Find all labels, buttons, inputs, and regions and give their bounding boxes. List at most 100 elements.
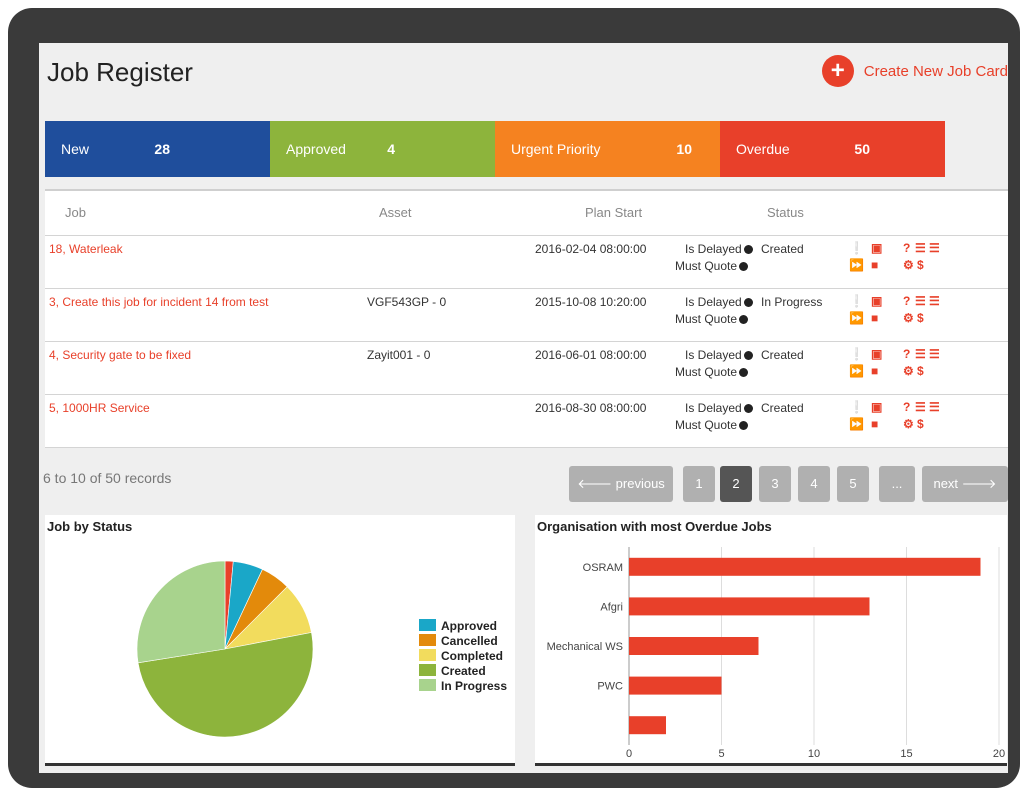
page-button[interactable]: 5 — [837, 466, 869, 502]
page-button-active[interactable]: 2 — [720, 466, 752, 502]
pie-chart: ApprovedCancelledCompletedCreatedIn Prog… — [136, 560, 507, 738]
legend-label: Created — [441, 664, 486, 678]
tile-overdue[interactable]: Overdue 50 — [720, 121, 945, 177]
list-icon[interactable]: ☰ — [929, 400, 940, 414]
bar[interactable] — [629, 637, 759, 655]
delayed-flag: Is Delayed — [685, 295, 753, 309]
minus-icon — [739, 421, 749, 430]
y-tick-label: Afgri — [600, 601, 623, 613]
tile-new[interactable]: New 28 — [45, 121, 270, 177]
list-icon[interactable]: ☰ — [915, 400, 926, 414]
asset-cell: VGF543GP - 0 — [367, 295, 447, 309]
stop-icon[interactable]: ■ — [871, 417, 878, 431]
dollar-icon[interactable]: $ — [917, 417, 924, 431]
plus-icon: + — [821, 55, 854, 87]
col-status[interactable]: Status — [767, 205, 804, 220]
help-icon[interactable]: ? — [903, 347, 910, 361]
legend-swatch — [419, 634, 436, 646]
bar[interactable] — [629, 716, 666, 735]
minus-icon — [739, 262, 749, 271]
quote-flag: Must Quote — [675, 259, 749, 273]
legend-label: In Progress — [441, 679, 507, 693]
bar[interactable] — [629, 597, 870, 616]
gears-icon[interactable]: ⚙ — [903, 364, 914, 378]
help-icon[interactable]: ? — [903, 241, 910, 255]
list-icon[interactable]: ☰ — [929, 241, 940, 255]
list-icon[interactable]: ☰ — [929, 347, 940, 361]
info-icon[interactable]: ❕ — [849, 347, 864, 361]
legend-swatch — [419, 649, 436, 661]
page-button[interactable]: 1 — [683, 466, 715, 502]
pie-slice-in-progress[interactable] — [136, 560, 226, 664]
next-button[interactable]: next 🡒 — [922, 466, 1008, 502]
col-asset[interactable]: Asset — [379, 205, 412, 220]
gears-icon[interactable]: ⚙ — [903, 258, 914, 272]
minus-icon — [743, 298, 753, 307]
tile-count: 10 — [676, 141, 692, 157]
skip-icon[interactable]: ⏩ — [849, 258, 864, 272]
app-screen: Job Register + Create New Job Card New 2… — [39, 43, 1008, 773]
job-link[interactable]: 5, 1000HR Service — [49, 401, 150, 415]
info-icon[interactable]: ❕ — [849, 294, 864, 308]
list-icon[interactable]: ☰ — [915, 347, 926, 361]
page-button[interactable]: 4 — [798, 466, 830, 502]
x-tick-label: 10 — [808, 748, 820, 760]
col-plan-start[interactable]: Plan Start — [585, 205, 642, 220]
gears-icon[interactable]: ⚙ — [903, 417, 914, 431]
help-icon[interactable]: ? — [903, 294, 910, 308]
col-job[interactable]: Job — [65, 205, 86, 220]
legend-label: Cancelled — [441, 634, 498, 648]
tile-count: 50 — [854, 141, 870, 157]
job-link[interactable]: 3, Create this job for incident 14 from … — [49, 295, 268, 309]
create-job-card-button[interactable]: + Create New Job Card — [821, 55, 1008, 87]
stop-icon[interactable]: ■ — [871, 311, 878, 325]
camera-icon[interactable]: ▣ — [871, 241, 882, 255]
delayed-flag: Is Delayed — [685, 401, 753, 415]
list-icon[interactable]: ☰ — [929, 294, 940, 308]
job-by-status-panel: Job by Status Approved Cancelled Completed… — [45, 515, 515, 766]
dollar-icon[interactable]: $ — [917, 364, 924, 378]
previous-button[interactable]: 🡐 previous — [569, 466, 673, 502]
tile-label: New — [61, 141, 90, 157]
bar[interactable] — [629, 557, 981, 576]
minus-icon — [739, 315, 749, 324]
stop-icon[interactable]: ■ — [871, 258, 878, 272]
legend-swatch — [419, 679, 436, 691]
quote-flag: Must Quote — [675, 312, 749, 326]
camera-icon[interactable]: ▣ — [871, 400, 882, 414]
tile-urgent-priority[interactable]: Urgent Priority 10 — [495, 121, 720, 177]
dollar-icon[interactable]: $ — [917, 311, 924, 325]
help-icon[interactable]: ? — [903, 400, 910, 414]
list-icon[interactable]: ☰ — [915, 294, 926, 308]
camera-icon[interactable]: ▣ — [871, 294, 882, 308]
info-icon[interactable]: ❕ — [849, 400, 864, 414]
tile-count: 4 — [387, 141, 395, 157]
job-link[interactable]: 4, Security gate to be fixed — [49, 348, 191, 362]
bar-chart: 0 5 10 15 20 OSRAM Afgri Mechanical WS PWC — [547, 547, 1005, 760]
skip-icon[interactable]: ⏩ — [849, 311, 864, 325]
skip-icon[interactable]: ⏩ — [849, 364, 864, 378]
x-tick-label: 0 — [626, 748, 632, 760]
plan-start-cell: 2016-06-01 08:00:00 — [535, 348, 647, 362]
camera-icon[interactable]: ▣ — [871, 347, 882, 361]
table-row: 5, 1000HR Service 2016-08-30 08:00:00 Is… — [45, 395, 1008, 448]
gears-icon[interactable]: ⚙ — [903, 311, 914, 325]
plan-start-cell: 2016-08-30 08:00:00 — [535, 401, 647, 415]
plan-start-cell: 2016-02-04 08:00:00 — [535, 242, 647, 256]
list-icon[interactable]: ☰ — [915, 241, 926, 255]
page-ellipsis-button[interactable]: ... — [879, 466, 915, 502]
legend-label: Approved — [441, 619, 497, 633]
y-tick-label: PWC — [597, 681, 623, 693]
dollar-icon[interactable]: $ — [917, 258, 924, 272]
job-link[interactable]: 18, Waterleak — [49, 242, 123, 256]
bar[interactable] — [629, 676, 722, 695]
page-button[interactable]: 3 — [759, 466, 791, 502]
x-tick-label: 20 — [993, 748, 1005, 760]
minus-icon — [743, 404, 753, 413]
status-cell: Created — [761, 242, 804, 256]
info-icon[interactable]: ❕ — [849, 241, 864, 255]
skip-icon[interactable]: ⏩ — [849, 417, 864, 431]
stop-icon[interactable]: ■ — [871, 364, 878, 378]
x-tick-label: 5 — [718, 748, 724, 760]
tile-approved[interactable]: Approved 4 — [270, 121, 495, 177]
